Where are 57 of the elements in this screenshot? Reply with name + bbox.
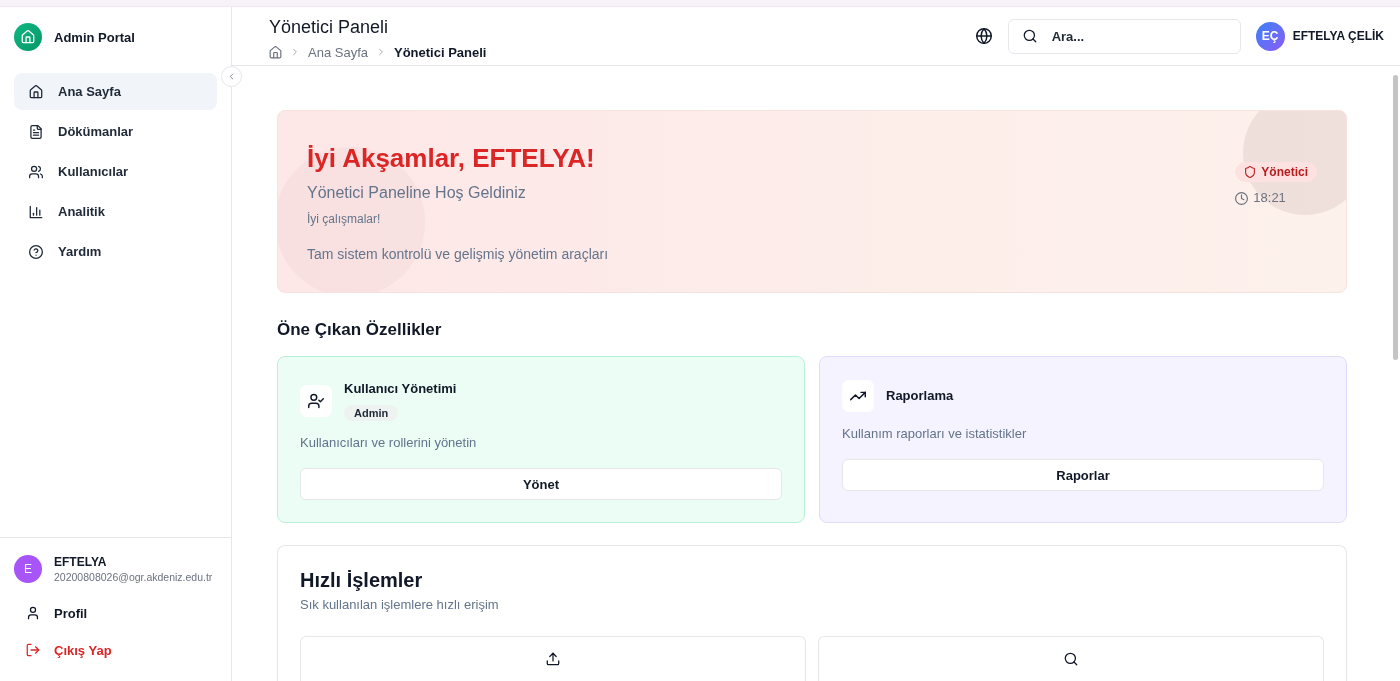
user-avatar: E xyxy=(14,555,42,583)
breadcrumb-item: Yönetici Paneli xyxy=(394,44,487,60)
nav-item[interactable]: Kullanıcılar xyxy=(14,153,217,190)
section-title: Öne Çıkan Özellikler xyxy=(277,319,443,341)
home-icon[interactable] xyxy=(269,45,282,59)
user-avatar[interactable]: EÇ xyxy=(1255,21,1285,51)
users-icon xyxy=(29,164,43,179)
breadcrumb-item[interactable]: Ana Sayfa xyxy=(308,44,368,60)
user-email: 20200808026@ogr.akdeniz.edu.tr xyxy=(54,569,213,584)
nav-item[interactable]: Dökümanlar xyxy=(14,113,217,150)
user-check-icon xyxy=(300,384,332,417)
clock-icon xyxy=(1235,191,1249,205)
card-title: Kullanıcı Yönetimi xyxy=(344,380,457,398)
house-icon xyxy=(14,23,42,51)
menu-link[interactable]: Profil xyxy=(14,597,217,629)
welcome-note: İyi çalışmalar! xyxy=(307,211,381,227)
brand-name: Admin Portal xyxy=(54,29,135,45)
search-icon xyxy=(1064,652,1078,666)
search-icon xyxy=(1022,29,1037,43)
quick-action-button[interactable] xyxy=(818,636,1324,681)
quick-action-button[interactable] xyxy=(300,636,806,681)
nav-item[interactable]: Analitik xyxy=(14,193,217,230)
nav-item[interactable]: Yardım xyxy=(14,233,217,270)
bar-chart-icon xyxy=(29,204,43,219)
role-tag: Admin xyxy=(344,405,399,421)
user-name: EFTELYA xyxy=(54,554,107,569)
chevron-left-icon xyxy=(227,72,236,81)
welcome-subtitle: Yönetici Paneline Hoş Geldiniz xyxy=(307,183,526,203)
search-field[interactable]: Ara... xyxy=(1007,18,1241,54)
card-description: Kullanım raporları ve istatistikler xyxy=(842,425,1027,443)
user-name: EFTELYA ÇELİK xyxy=(1292,29,1384,43)
greeting: İyi Akşamlar, EFTELYA! xyxy=(307,142,595,174)
logout-icon xyxy=(26,643,40,657)
time-text: 18:21 xyxy=(1253,190,1286,206)
section-subtitle: Sık kullanılan işlemlere hızlı erişim xyxy=(300,596,499,614)
card-button[interactable]: Yönet xyxy=(300,468,782,500)
card-description: Kullanıcıları ve rollerini yönetin xyxy=(300,434,477,452)
upload-icon xyxy=(546,652,560,666)
chevron-right-icon xyxy=(376,47,386,57)
nav-item[interactable]: Ana Sayfa xyxy=(14,73,217,110)
card-button[interactable]: Raporlar xyxy=(842,459,1324,491)
collapse-button[interactable] xyxy=(221,66,242,87)
user-icon xyxy=(26,606,40,620)
card-title: Raporlama xyxy=(886,387,954,405)
trending-up-icon xyxy=(842,380,874,412)
section-title: Hızlı İşlemler xyxy=(300,568,423,593)
role-label: Yönetici xyxy=(1261,165,1308,179)
document-icon xyxy=(29,124,43,139)
globe-icon[interactable] xyxy=(975,28,992,44)
scrollbar-thumb[interactable] xyxy=(1393,75,1398,360)
help-icon xyxy=(29,244,43,259)
menu-link[interactable]: Çıkış Yap xyxy=(14,634,217,666)
welcome-description: Tam sistem kontrolü ve gelişmiş yönetim araçları xyxy=(307,245,609,264)
page-title: Yönetici Paneli xyxy=(269,16,389,39)
house-icon xyxy=(29,84,43,99)
shield-icon xyxy=(1244,166,1257,178)
chevron-right-icon xyxy=(290,47,300,57)
